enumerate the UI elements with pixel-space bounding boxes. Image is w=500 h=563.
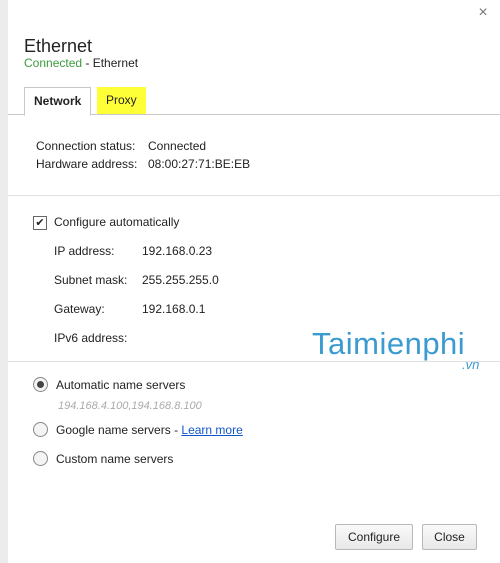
gateway-row: Gateway: 192.168.0.1: [54, 302, 205, 316]
ip-address-value: 192.168.0.23: [142, 244, 213, 258]
subnet-mask-label: Subnet mask:: [54, 273, 128, 287]
connection-status-label: Connection status:: [36, 139, 136, 153]
configure-automatically-label[interactable]: Configure automatically: [54, 215, 179, 229]
ip-address-label: IP address:: [54, 244, 115, 258]
hardware-address-value: 08:00:27:71:BE:EB: [148, 157, 251, 171]
subnet-mask-value: 255.255.255.0: [142, 273, 219, 287]
custom-name-servers-radio[interactable]: [33, 451, 48, 466]
automatic-name-servers-radio[interactable]: [33, 377, 48, 392]
gateway-value: 192.168.0.1: [142, 302, 206, 316]
connection-status-row: Connection status: Connected: [36, 139, 206, 153]
taimienphi-watermark: Taimienphi: [312, 326, 466, 361]
dialog-subtitle: Connected - Ethernet: [24, 56, 138, 70]
device-name: Ethernet: [92, 56, 139, 70]
hardware-address-label: Hardware address:: [36, 157, 138, 171]
google-name-servers-label[interactable]: Google name servers: [56, 423, 171, 437]
ipv6-address-row: IPv6 address:: [54, 331, 142, 345]
google-name-servers-row: Google name servers - Learn more: [56, 423, 243, 437]
tab-network[interactable]: Network: [24, 87, 92, 116]
automatic-name-servers-list: 194.168.4.100,194.168.8.100: [58, 400, 202, 412]
custom-name-servers-label[interactable]: Custom name servers: [56, 452, 173, 466]
tab-proxy[interactable]: Proxy: [97, 87, 146, 114]
google-name-servers-radio[interactable]: [33, 422, 48, 437]
configure-automatically-checkbox[interactable]: ✔: [33, 216, 47, 230]
ipv6-address-label: IPv6 address:: [54, 331, 128, 345]
connection-status-value: Connected: [148, 139, 207, 153]
section-divider: [8, 195, 500, 196]
google-separator: -: [170, 423, 182, 437]
close-icon[interactable]: ×: [474, 4, 492, 22]
automatic-name-servers-label[interactable]: Automatic name servers: [56, 378, 185, 392]
ip-address-row: IP address: 192.168.0.23: [54, 244, 212, 258]
configure-button[interactable]: Configure: [335, 524, 413, 550]
dialog-title: Ethernet: [24, 36, 93, 56]
gateway-label: Gateway:: [54, 302, 105, 316]
learn-more-link[interactable]: Learn more: [181, 423, 242, 437]
subnet-mask-row: Subnet mask: 255.255.255.0: [54, 273, 219, 287]
watermark-suffix: .vn: [462, 357, 480, 372]
connection-status-text: Connected: [24, 56, 83, 70]
hardware-address-row: Hardware address: 08:00:27:71:BE:EB: [36, 157, 250, 171]
ethernet-settings-dialog: × Ethernet Connected - Ethernet Network …: [8, 0, 500, 563]
close-button[interactable]: Close: [422, 524, 477, 550]
subtitle-separator: -: [82, 56, 93, 70]
